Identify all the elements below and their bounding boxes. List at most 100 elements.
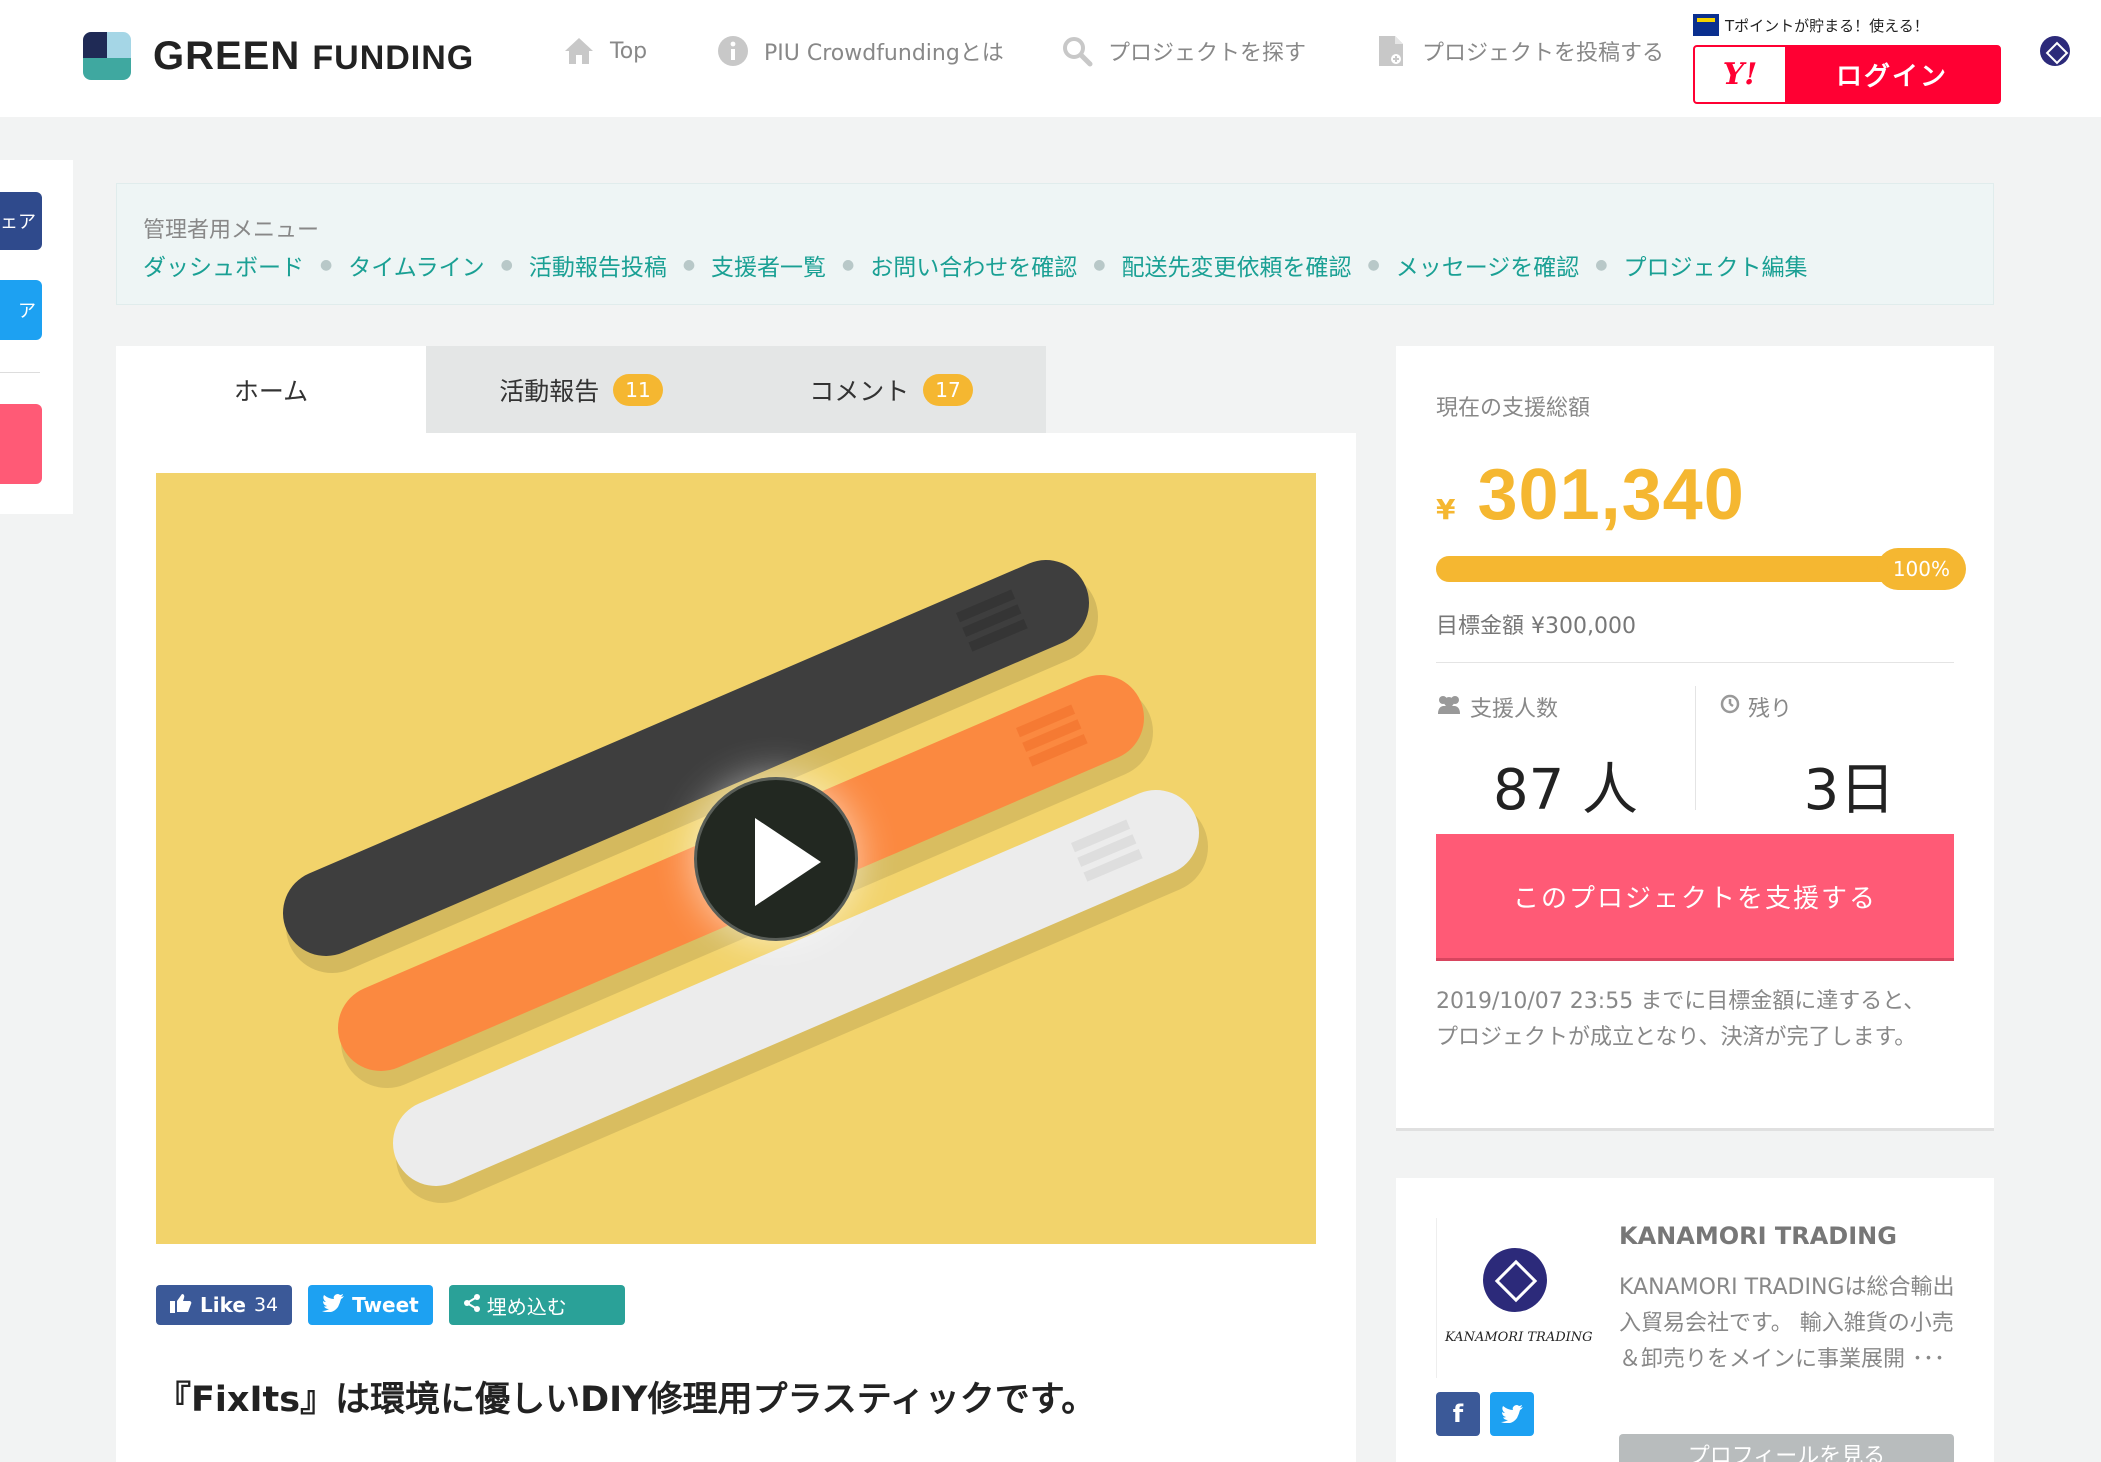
clock-icon xyxy=(1720,694,1740,720)
logo-mark-icon xyxy=(83,32,131,80)
currency-symbol: ¥ xyxy=(1436,493,1456,526)
side-divider xyxy=(0,372,40,373)
separator-dot: ● xyxy=(1595,257,1608,273)
site-header: GREEN FUNDING Top PIU Crowdfundingとは プロジ… xyxy=(0,0,2101,117)
amount-value: 301,340 xyxy=(1477,455,1745,535)
social-buttons: Like 34 Tweet 埋め込む xyxy=(156,1285,625,1325)
admin-link-shipping-requests[interactable]: 配送先変更依頼を確認 xyxy=(1121,248,1351,282)
funding-label: 現在の支援総額 xyxy=(1436,396,1591,421)
tweet-button[interactable]: Tweet xyxy=(308,1285,433,1325)
yahoo-icon: Y! xyxy=(1722,57,1758,92)
tab-label: コメント xyxy=(809,376,910,406)
main-content: Like 34 Tweet 埋め込む 『FixIts』は環境に優しいDIY修理用… xyxy=(116,433,1356,1462)
remaining-label-row: 残り xyxy=(1720,691,1979,723)
funding-card: 現在の支援総額 ¥ 301,340 100% 目標金額 ¥300,000 支援人… xyxy=(1396,346,1994,1131)
separator-dot: ● xyxy=(500,257,513,273)
remaining-label: 残り xyxy=(1748,697,1793,722)
nav-post[interactable]: プロジェクトを投稿する xyxy=(1374,34,1664,68)
nav-search[interactable]: プロジェクトを探す xyxy=(1060,34,1306,68)
owner-name[interactable]: KANAMORI TRADING xyxy=(1619,1222,1897,1250)
side-share-panel: ェア ア xyxy=(0,160,73,514)
project-title: 『FixIts』は環境に優しいDIY修理用プラスティックです。 xyxy=(156,1380,1097,1420)
separator-dot: ● xyxy=(320,257,333,273)
kanamori-logo-icon xyxy=(1483,1248,1547,1312)
document-icon xyxy=(1374,34,1408,68)
facebook-icon[interactable]: f xyxy=(1436,1392,1480,1436)
kanamori-avatar-icon[interactable] xyxy=(2040,36,2070,66)
remaining-stat: 残り 3日 xyxy=(1720,691,1979,826)
admin-menu: 管理者用メニュー ダッシュボード ● タイムライン ● 活動報告投稿 ● 支援者… xyxy=(116,183,1994,305)
logo-sub: FUNDING xyxy=(312,38,475,77)
users-icon xyxy=(1436,694,1462,720)
nav-label: PIU Crowdfundingとは xyxy=(764,41,1004,66)
like-label: Like xyxy=(200,1293,246,1317)
admin-link-inquiries[interactable]: お問い合わせを確認 xyxy=(870,248,1077,282)
progress-percent: 100% xyxy=(1876,548,1966,590)
owner-card: KANAMORI TRADING KANAMORI TRADING KANAMO… xyxy=(1396,1178,1994,1462)
tab-label: 活動報告 xyxy=(499,376,600,406)
twitter-icon[interactable] xyxy=(1490,1392,1534,1436)
logo-main: GREEN xyxy=(153,33,301,78)
admin-link-timeline[interactable]: タイムライン xyxy=(348,248,484,282)
separator-dot: ● xyxy=(1093,257,1106,273)
owner-logo[interactable]: KANAMORI TRADING xyxy=(1436,1218,1593,1378)
tab-label: ホーム xyxy=(233,376,309,406)
divider xyxy=(1436,662,1954,663)
admin-link-post-report[interactable]: 活動報告投稿 xyxy=(529,248,667,282)
view-profile-button[interactable]: プロフィールを見る xyxy=(1619,1434,1954,1462)
funding-progress-bar: 100% xyxy=(1436,548,1966,590)
admin-menu-links: ダッシュボード ● タイムライン ● 活動報告投稿 ● 支援者一覧 ● お問い合… xyxy=(143,248,1807,282)
embed-button[interactable]: 埋め込む xyxy=(448,1285,625,1325)
separator-dot: ● xyxy=(682,257,696,273)
embed-label: 埋め込む xyxy=(486,1294,567,1319)
nav-label: プロジェクトを探す xyxy=(1108,41,1307,66)
funding-amount: ¥ 301,340 xyxy=(1436,454,1745,536)
stat-divider xyxy=(1695,686,1696,810)
goal-amount: 目標金額 ¥300,000 xyxy=(1436,614,1636,639)
owner-description: KANAMORI TRADINGは総合輸出入貿易会社です。 輸入雑貨の小売＆卸売… xyxy=(1619,1275,1955,1372)
tab-comments[interactable]: コメント 17 xyxy=(736,346,1046,433)
owner-logo-caption: KANAMORI TRADING xyxy=(1445,1330,1593,1345)
thumbs-up-icon xyxy=(170,1293,192,1318)
backers-value: 87 人 xyxy=(1492,758,1639,823)
project-video[interactable] xyxy=(156,473,1316,1244)
backers-stat: 支援人数 87 人 xyxy=(1436,691,1695,826)
remaining-value: 3日 xyxy=(1803,758,1896,823)
info-icon xyxy=(716,34,750,68)
logo-text: GREEN FUNDING xyxy=(153,34,474,79)
twitter-share-button[interactable]: ア xyxy=(0,280,42,340)
site-logo[interactable]: GREEN FUNDING xyxy=(83,32,474,80)
admin-link-messages[interactable]: メッセージを確認 xyxy=(1396,248,1580,282)
backers-label: 支援人数 xyxy=(1470,697,1559,722)
project-tabs: ホーム 活動報告 11 コメント 17 xyxy=(116,346,1046,433)
facebook-share-button[interactable]: ェア xyxy=(0,192,42,250)
nav-label: プロジェクトを投稿する xyxy=(1422,41,1665,66)
search-icon xyxy=(1060,34,1094,68)
support-project-button[interactable]: このプロジェクトを支援する xyxy=(1436,834,1954,958)
play-icon[interactable] xyxy=(694,777,858,941)
nav-label: Top xyxy=(610,38,648,64)
count-badge: 17 xyxy=(923,373,973,406)
admin-link-dashboard[interactable]: ダッシュボード xyxy=(143,248,304,282)
tweet-label: Tweet xyxy=(352,1293,419,1317)
home-icon xyxy=(562,34,596,68)
funding-deadline-note: 2019/10/07 23:55 までに目標金額に達すると、プロジェクトが成立と… xyxy=(1436,989,1926,1050)
tab-reports[interactable]: 活動報告 11 xyxy=(426,346,736,433)
like-count: 34 xyxy=(253,1294,279,1316)
admin-link-edit-project[interactable]: プロジェクト編集 xyxy=(1623,248,1807,282)
tpoint-text: Tポイントが貯まる！使える！ xyxy=(1725,16,1929,35)
tpoint-banner: Tポイントが貯まる！使える！ xyxy=(1693,14,1929,36)
nav-about[interactable]: PIU Crowdfundingとは xyxy=(716,34,1004,68)
facebook-like-button[interactable]: Like 34 xyxy=(156,1285,293,1325)
support-side-button[interactable] xyxy=(0,404,42,484)
share-icon xyxy=(463,1293,481,1317)
tab-home[interactable]: ホーム xyxy=(116,346,426,433)
separator-dot: ● xyxy=(842,257,855,273)
yahoo-login-button[interactable]: Y! ログイン xyxy=(1693,45,2001,104)
admin-menu-title: 管理者用メニュー xyxy=(143,218,320,243)
separator-dot: ● xyxy=(1367,257,1380,273)
nav-top[interactable]: Top xyxy=(562,34,647,68)
count-badge: 11 xyxy=(613,373,663,406)
backers-label-row: 支援人数 xyxy=(1436,691,1695,723)
admin-link-backers[interactable]: 支援者一覧 xyxy=(711,248,826,282)
